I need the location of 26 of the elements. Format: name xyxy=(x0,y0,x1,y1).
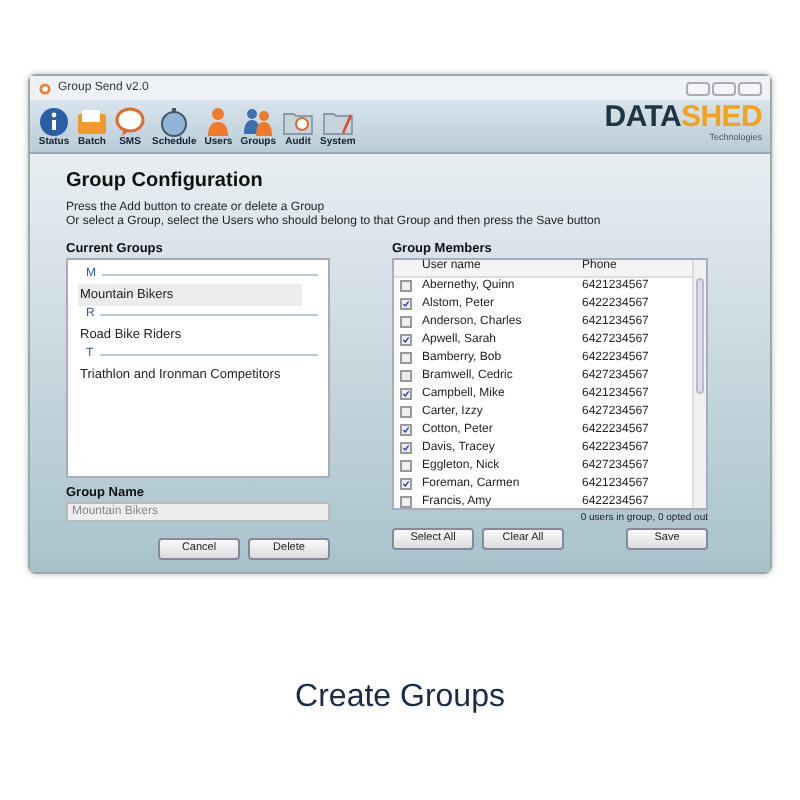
checkbox[interactable] xyxy=(400,388,412,401)
checkbox[interactable] xyxy=(400,280,412,293)
maximize-button[interactable] xyxy=(712,81,736,95)
checkbox[interactable] xyxy=(400,406,412,419)
people-icon xyxy=(242,106,275,138)
folder-icon xyxy=(76,106,108,138)
checkbox[interactable] xyxy=(400,478,412,491)
scrollbar[interactable] xyxy=(692,259,706,508)
checkbox[interactable] xyxy=(400,334,412,347)
app-icon xyxy=(38,81,52,95)
minimize-button[interactable] xyxy=(686,81,710,95)
checkbox[interactable] xyxy=(400,316,412,329)
checkbox[interactable] xyxy=(400,460,412,473)
checkbox[interactable] xyxy=(400,298,412,311)
info-icon xyxy=(38,106,70,138)
checkbox[interactable] xyxy=(400,424,412,437)
stopwatch-icon xyxy=(158,106,191,138)
close-button[interactable] xyxy=(738,81,762,95)
section-heading: Group Configuration xyxy=(66,168,265,196)
checkbox[interactable] xyxy=(400,352,412,365)
brand-logo: DATASHED xyxy=(604,102,762,133)
checkbox[interactable] xyxy=(400,370,412,383)
checkbox[interactable] xyxy=(400,496,412,509)
speech-bubble-icon xyxy=(114,106,146,138)
page-caption: Create Groups xyxy=(293,678,507,718)
checkbox[interactable] xyxy=(400,442,412,455)
